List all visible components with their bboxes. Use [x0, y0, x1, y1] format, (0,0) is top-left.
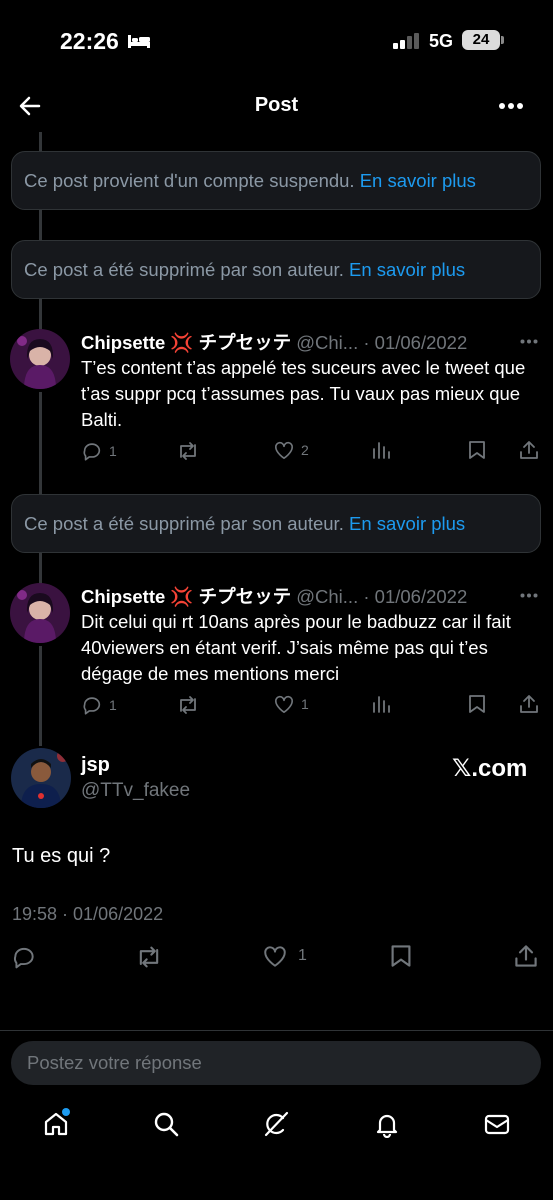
like-icon: [275, 441, 293, 459]
tab-notifications[interactable]: [373, 1110, 401, 1143]
share-button[interactable]: [519, 440, 539, 460]
share-icon: [520, 441, 538, 459]
learn-more-link[interactable]: En savoir plus: [349, 513, 465, 534]
views-icon: [373, 696, 390, 713]
status-time: 22:26: [60, 28, 119, 54]
notice-text: Ce post a été supprimé par son auteur.: [24, 513, 344, 534]
bookmark-button[interactable]: [468, 440, 486, 460]
share-button[interactable]: [519, 694, 539, 714]
notice-text: Ce post a été supprimé par son auteur.: [24, 259, 344, 280]
post-text: T’es content t’as appelé tes suceurs ave…: [81, 357, 526, 430]
learn-more-link[interactable]: En savoir plus: [349, 259, 465, 280]
tab-messages[interactable]: [483, 1110, 511, 1143]
post-actions: 1 1: [81, 694, 541, 718]
reply-icon: [83, 697, 101, 715]
views-icon: [373, 442, 390, 459]
status-bar: 22:26 5G 24: [0, 0, 553, 80]
reply-post[interactable]: Chipsette 💢 チプセッテ @Chi... · 01/06/2022 T…: [0, 329, 553, 469]
post-text: Tu es qui ?: [12, 845, 111, 867]
deleted-post-notice: Ce post a été supprimé par son auteur. E…: [11, 494, 541, 553]
more-icon[interactable]: [520, 339, 538, 344]
display-name[interactable]: Chipsette 💢 チプセッテ: [81, 332, 291, 353]
username[interactable]: @Chi...: [296, 332, 358, 353]
more-icon[interactable]: [520, 593, 538, 598]
avatar[interactable]: [11, 748, 71, 808]
cellular-signal-icon: [393, 33, 419, 49]
divider: [0, 1030, 553, 1031]
sleep-mode-icon: [128, 35, 150, 48]
reply-button[interactable]: 1: [81, 694, 117, 716]
bookmark-icon: [391, 945, 411, 967]
username[interactable]: @Chi...: [296, 586, 358, 607]
learn-more-link[interactable]: En savoir plus: [360, 170, 476, 191]
reply-input[interactable]: Postez votre réponse: [11, 1041, 541, 1085]
post-header: Chipsette 💢 チプセッテ @Chi... · 01/06/2022: [81, 329, 511, 355]
like-count: 2: [301, 442, 309, 458]
post-actions: 1 2: [81, 440, 541, 464]
repost-button[interactable]: [135, 944, 163, 970]
post-timestamp: 19:58 · 01/06/2022: [12, 904, 164, 924]
views-button[interactable]: [371, 694, 391, 714]
notification-dot: [62, 1108, 70, 1116]
like-count: 1: [298, 947, 307, 964]
battery-tip: [501, 36, 504, 44]
reply-post[interactable]: Chipsette 💢 チプセッテ @Chi... · 01/06/2022 D…: [0, 583, 553, 723]
display-name[interactable]: Chipsette 💢 チプセッテ: [81, 586, 291, 607]
post-date: · 01/06/2022: [363, 586, 468, 607]
mail-icon: [484, 1114, 510, 1135]
bookmark-button[interactable]: [390, 944, 412, 968]
bottom-tab-bar: [0, 1100, 553, 1152]
tab-grok[interactable]: [262, 1110, 290, 1143]
repost-icon: [180, 442, 196, 460]
like-count: 1: [301, 696, 309, 712]
top-navigation: Post: [0, 80, 553, 132]
reply-count: 1: [109, 697, 117, 713]
like-button[interactable]: 1: [273, 694, 309, 714]
grok-icon: [264, 1111, 289, 1137]
display-name[interactable]: jsp: [81, 754, 110, 777]
battery-level: 24: [462, 30, 500, 50]
share-icon: [520, 695, 538, 713]
like-button[interactable]: 1: [262, 944, 307, 968]
repost-button[interactable]: [176, 694, 200, 716]
views-button[interactable]: [371, 440, 391, 460]
search-icon: [154, 1112, 179, 1137]
reply-count: 1: [109, 443, 117, 459]
repost-button[interactable]: [176, 440, 200, 462]
reply-button[interactable]: [11, 944, 37, 970]
deleted-post-notice: Ce post a été supprimé par son auteur. E…: [11, 240, 541, 299]
suspended-account-notice: Ce post provient d'un compte suspendu. E…: [11, 151, 541, 210]
post-header: Chipsette 💢 チプセッテ @Chi... · 01/06/2022: [81, 583, 511, 609]
tab-search[interactable]: [152, 1110, 180, 1143]
repost-icon: [139, 946, 159, 968]
x-com-watermark: 𝕏.com: [452, 755, 528, 782]
bookmark-button[interactable]: [468, 694, 486, 714]
share-icon: [515, 945, 537, 967]
share-button[interactable]: [514, 944, 538, 968]
reply-button[interactable]: 1: [81, 440, 117, 462]
like-icon: [264, 946, 286, 967]
username[interactable]: @TTv_fakee: [81, 780, 190, 802]
post-date: · 01/06/2022: [363, 332, 468, 353]
like-button[interactable]: 2: [273, 440, 309, 460]
like-icon: [275, 695, 293, 713]
bookmark-icon: [469, 441, 485, 459]
avatar-image: [11, 748, 71, 808]
notice-text: Ce post provient d'un compte suspendu.: [24, 170, 355, 191]
reply-icon: [13, 947, 34, 969]
network-type: 5G: [429, 31, 454, 51]
bell-icon: [376, 1114, 398, 1139]
bookmark-icon: [469, 695, 485, 713]
reply-icon: [83, 443, 101, 461]
repost-icon: [180, 696, 196, 714]
post-text: Dit celui qui rt 10ans après pour le bad…: [81, 611, 511, 684]
page-title: Post: [254, 94, 299, 116]
more-icon[interactable]: [498, 102, 524, 110]
post-actions: 1: [0, 944, 553, 972]
